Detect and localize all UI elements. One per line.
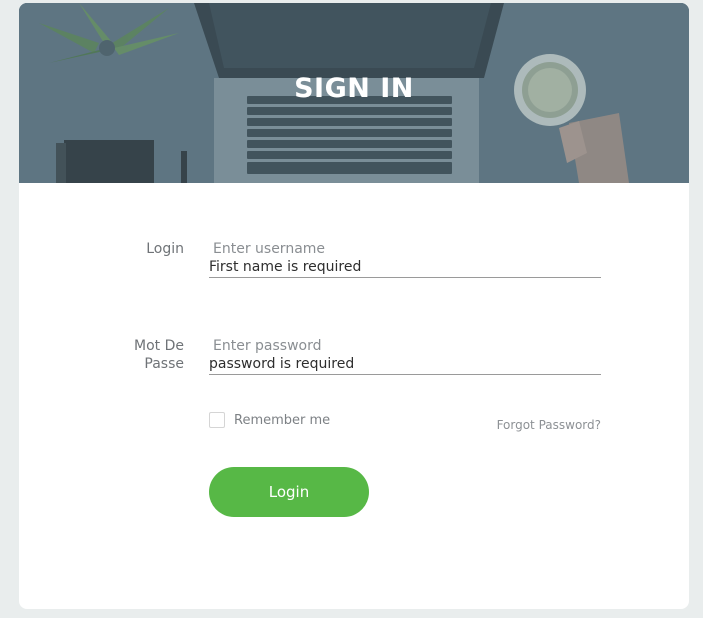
login-card: SIGN IN Login First name is required Mot… [19,3,689,609]
password-field: password is required [209,336,601,375]
password-input[interactable] [213,336,593,356]
password-label: Mot De Passe [44,337,184,373]
password-label-line1: Mot De [134,338,184,354]
login-label: Login [146,241,184,257]
remember-label: Remember me [234,412,331,428]
password-error: password is required [209,356,355,372]
remember-me[interactable]: Remember me [209,412,330,428]
header-banner: SIGN IN [19,3,689,183]
password-label-line2: Passe [144,356,184,372]
page-title: SIGN IN [294,73,414,104]
forgot-password-link[interactable]: Forgot Password? [497,418,601,432]
username-input[interactable] [213,239,593,259]
login-button[interactable]: Login [209,467,369,517]
remember-checkbox[interactable] [209,412,225,428]
username-field: First name is required [209,239,601,278]
username-error: First name is required [209,259,362,275]
